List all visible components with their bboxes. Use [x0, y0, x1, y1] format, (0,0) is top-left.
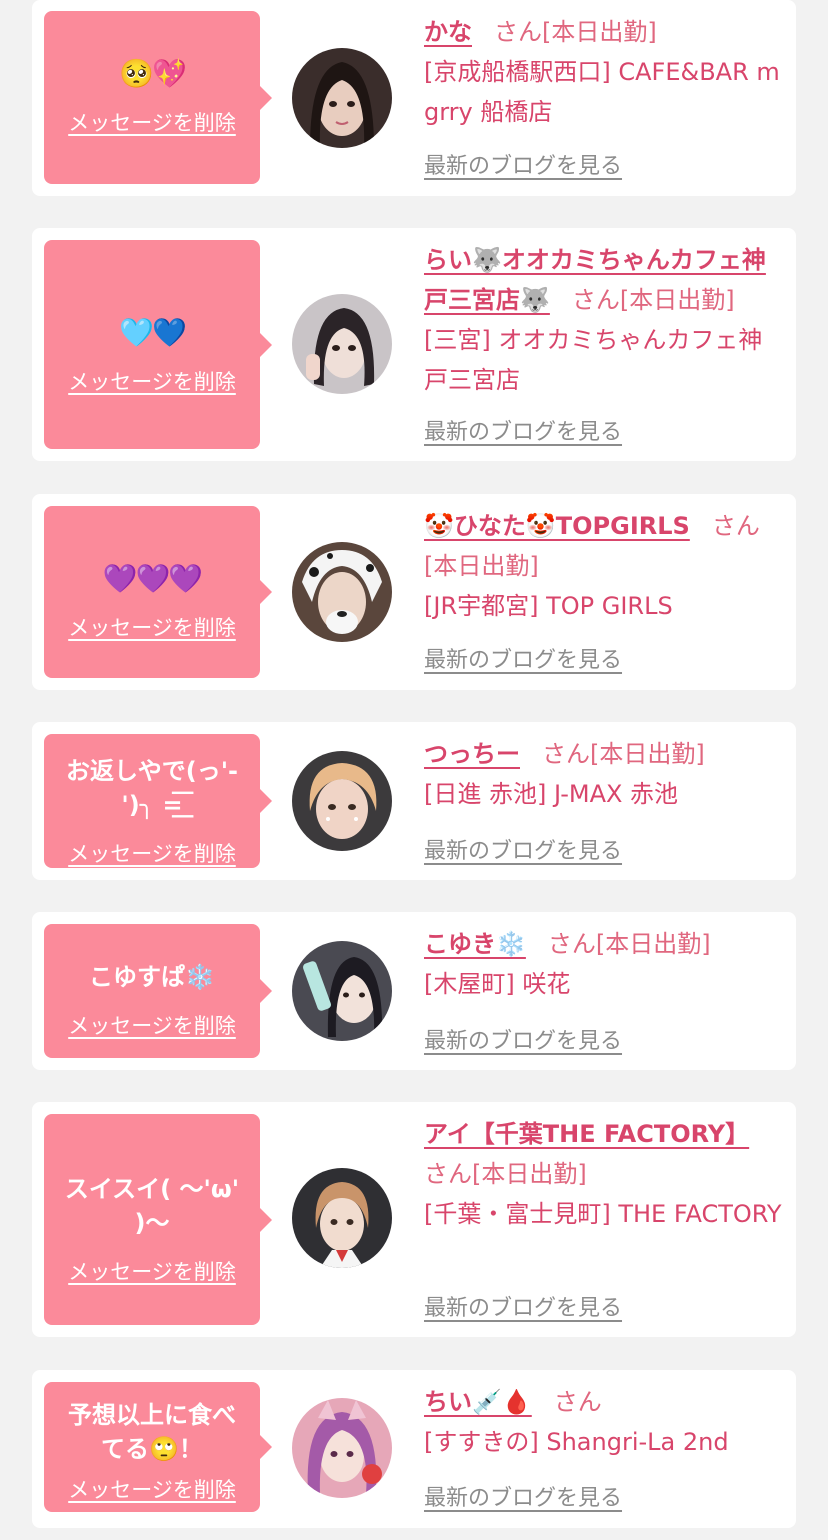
cast-info: かな さん[本日出勤] [京成船橋駅西口] CAFE&BAR mgrry 船橋店 — [424, 12, 784, 132]
cast-name-link[interactable]: つっちー — [424, 740, 520, 768]
honorific: さん — [542, 740, 590, 768]
latest-blog-link[interactable]: 最新のブログを見る — [424, 642, 622, 674]
message-bubble: 予想以上に食べてる🙄！ メッセージを削除 — [44, 1382, 272, 1512]
shop-name: [三宮] オオカミちゃんカフェ神戸三宮店 — [424, 326, 763, 394]
message-bubble: 🩵💙 メッセージを削除 — [44, 240, 272, 449]
avatar[interactable] — [292, 1168, 392, 1268]
honorific: さん — [571, 286, 620, 314]
cast-name-link[interactable]: 🤡ひなた🤡TOPGIRLS — [424, 512, 690, 540]
cast-info: ちい💉🩸 さん [すすきの] Shangri-La 2nd — [424, 1382, 784, 1462]
cast-name-link[interactable]: アイ【千葉THE FACTORY】 — [424, 1120, 749, 1148]
avatar[interactable] — [292, 1398, 392, 1498]
delete-message-link[interactable]: メッセージを削除 — [44, 1010, 260, 1040]
latest-blog-link[interactable]: 最新のブログを見る — [424, 1290, 622, 1322]
latest-blog-link[interactable]: 最新のブログを見る — [424, 414, 622, 446]
message-text: 🩵💙 — [119, 316, 187, 349]
delete-message-link[interactable]: メッセージを削除 — [44, 107, 260, 137]
delete-message-link[interactable]: メッセージを削除 — [44, 838, 260, 868]
cast-info: らい🐺オオカミちゃんカフェ神戸三宮店🐺 さん[本日出勤] [三宮] オオカミちゃん… — [424, 240, 784, 400]
latest-blog-link[interactable]: 最新のブログを見る — [424, 148, 622, 180]
avatar[interactable] — [292, 542, 392, 642]
message-text: お返しやで(っ'-')╮ =͟͟͞͞ — [65, 757, 239, 819]
message-bubble: 💜💜💜 メッセージを削除 — [44, 506, 272, 678]
honorific: さん — [494, 18, 542, 46]
cast-info: 🤡ひなた🤡TOPGIRLS さん [本日出勤] [JR宇都宮] TOP GIRLS — [424, 506, 784, 626]
shop-name: [日進 赤池] J-MAX 赤池 — [424, 780, 679, 808]
message-bubble: 🥺💖 メッセージを削除 — [44, 11, 272, 184]
favorite-card: お返しやで(っ'-')╮ =͟͟͞͞ メッセージを削除 つっちー さん[本日出勤]… — [32, 722, 796, 880]
latest-blog-link[interactable]: 最新のブログを見る — [424, 1023, 622, 1055]
status-text: [本日出勤] — [590, 740, 705, 768]
avatar[interactable] — [292, 48, 392, 148]
latest-blog-link[interactable]: 最新のブログを見る — [424, 833, 622, 865]
status-text: [本日出勤] — [595, 930, 711, 958]
shop-name: [木屋町] 咲花 — [424, 970, 571, 998]
shop-name: [JR宇都宮] TOP GIRLS — [424, 592, 673, 620]
shop-name: [京成船橋駅西口] CAFE&BAR mgrry 船橋店 — [424, 58, 780, 126]
message-text: 🥺💖 — [119, 57, 187, 90]
favorite-card: スイスイ( ～'ω' )～ メッセージを削除 アイ【千葉THE FACTORY】… — [32, 1102, 796, 1337]
favorite-card: 予想以上に食べてる🙄！ メッセージを削除 ちい💉🩸 さん [すすきの] Shang… — [32, 1370, 796, 1528]
cast-name-link[interactable]: ちい💉🩸 — [424, 1388, 532, 1416]
message-bubble: こゆすぱ❄️ メッセージを削除 — [44, 924, 272, 1058]
delete-message-link[interactable]: メッセージを削除 — [44, 1256, 260, 1286]
cast-info: こゆき❄️ さん[本日出勤] [木屋町] 咲花 — [424, 924, 784, 1004]
favorite-card: こゆすぱ❄️ メッセージを削除 こゆき❄️ さん[本日出勤] [木屋町] 咲花 最… — [32, 912, 796, 1070]
honorific: さん — [711, 512, 760, 540]
favorite-card: 🥺💖 メッセージを削除 かな さん[本日出勤] [京成船橋駅西口] CAFE&BA… — [32, 0, 796, 196]
delete-message-link[interactable]: メッセージを削除 — [44, 366, 260, 396]
delete-message-link[interactable]: メッセージを削除 — [44, 1474, 260, 1504]
message-text: 予想以上に食べてる🙄！ — [68, 1401, 236, 1463]
message-bubble: スイスイ( ～'ω' )～ メッセージを削除 — [44, 1114, 272, 1325]
cast-name-link[interactable]: こゆき❄️ — [424, 930, 526, 958]
status-text: [本日出勤] — [424, 552, 539, 580]
message-text: こゆすぱ❄️ — [89, 963, 215, 991]
latest-blog-link[interactable]: 最新のブログを見る — [424, 1480, 622, 1512]
cast-name-link[interactable]: かな — [424, 18, 472, 46]
delete-message-link[interactable]: メッセージを削除 — [44, 612, 260, 642]
favorite-card: 🩵💙 メッセージを削除 らい🐺オオカミちゃんカフェ神戸三宮店🐺 さん[本日出勤] … — [32, 228, 796, 461]
message-text: 💜💜💜 — [102, 562, 204, 595]
cast-info: つっちー さん[本日出勤] [日進 赤池] J-MAX 赤池 — [424, 734, 784, 814]
avatar[interactable] — [292, 751, 392, 851]
avatar[interactable] — [292, 294, 392, 394]
favorite-card: 💜💜💜 メッセージを削除 🤡ひなた🤡TOPGIRLS さん [本日出勤] [JR宇… — [32, 494, 796, 690]
shop-name: [千葉・富士見町] THE FACTORY — [424, 1200, 782, 1228]
honorific: さん — [424, 1160, 472, 1188]
status-text: [本日出勤] — [542, 18, 657, 46]
avatar[interactable] — [292, 941, 392, 1041]
message-bubble: お返しやで(っ'-')╮ =͟͟͞͞ メッセージを削除 — [44, 734, 272, 868]
shop-name: [すすきの] Shangri-La 2nd — [424, 1428, 729, 1456]
honorific: さん — [547, 930, 596, 958]
message-text: スイスイ( ～'ω' )～ — [64, 1175, 240, 1237]
status-text: [本日出勤] — [619, 286, 735, 314]
status-text: [本日出勤] — [472, 1160, 587, 1188]
cast-info: アイ【千葉THE FACTORY】 さん[本日出勤] [千葉・富士見町] THE… — [424, 1114, 784, 1234]
honorific: さん — [553, 1388, 602, 1416]
